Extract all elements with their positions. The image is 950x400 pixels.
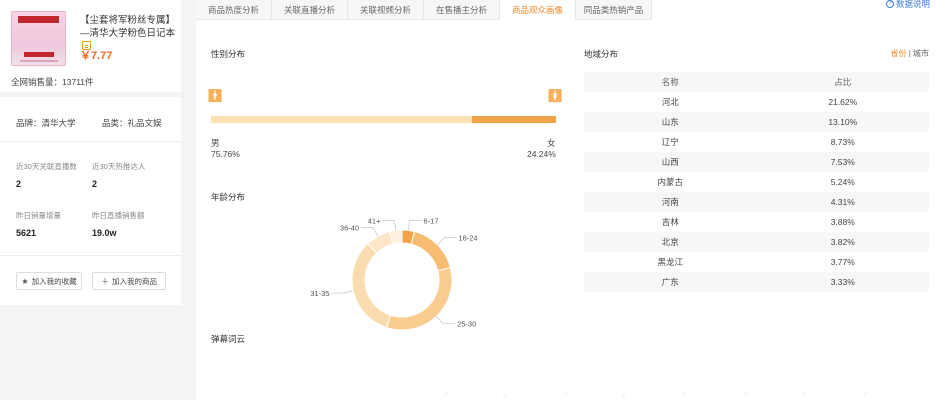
region-percent: 5.24% xyxy=(830,177,855,187)
table-header: 名称 占比 xyxy=(584,72,929,92)
label-leader-line xyxy=(361,227,379,237)
star-icon: ★ xyxy=(21,276,29,286)
tab-category-bestsellers[interactable]: 同品类热销产品 xyxy=(576,0,652,20)
stat-label: 近30天关联直播数 xyxy=(16,162,77,171)
tab-bar: 商品热度分析 关联直播分析 关联视频分析 在售播主分析 商品观众画像 同品类热销… xyxy=(196,0,652,20)
age-section-title: 年龄分布 xyxy=(211,192,246,202)
donut-label: 36-40 xyxy=(340,223,359,232)
brand: 品牌：清华大学 xyxy=(16,118,76,128)
donut-label: 18-24 xyxy=(458,234,477,243)
table-row: 山西 7.53% xyxy=(584,152,929,172)
product-thumbnail[interactable] xyxy=(11,11,66,66)
danmaku-wordcloud: ·· ·· ·· ·· ·· ·· ·· ·· xyxy=(441,388,870,400)
male-percent: 75.76% xyxy=(211,149,240,159)
product-panel: 【尘套将军粉丝专属】—清华大学粉色日记本 ￥7.77 全网销售量：13711件 … xyxy=(0,0,181,400)
region-toggle: 省份 | 城市 xyxy=(890,49,929,58)
table-row: 河南 4.31% xyxy=(584,192,929,212)
total-sales: 全网销售量：13711件 xyxy=(11,77,94,87)
table-row: 山东 13.10% xyxy=(584,112,929,132)
region-percent: 7.53% xyxy=(830,157,855,167)
column-header: 名称 xyxy=(661,77,679,87)
region-percent: 13.10% xyxy=(828,117,858,127)
region-percent: 3.33% xyxy=(830,277,855,287)
donut-label: 31-35 xyxy=(310,289,329,298)
gender-section-title: 性别分布 xyxy=(211,49,246,59)
region-section-title: 地域分布 xyxy=(584,49,619,59)
label-leader-line xyxy=(382,220,397,231)
table-row: 吉林 3.88% xyxy=(584,212,929,232)
region-percent: 4.31% xyxy=(830,197,855,207)
female-percent: 24.24% xyxy=(527,149,556,159)
donut-slice[interactable] xyxy=(351,242,392,329)
stat-value: 2 xyxy=(92,179,98,189)
table-row: 河北 21.62% xyxy=(584,92,929,112)
region-name: 河北 xyxy=(661,97,679,107)
stat-value: 2 xyxy=(16,179,22,189)
male-icon: 🚹︎ xyxy=(207,88,224,103)
label-leader-line xyxy=(436,316,456,325)
product-card: 【尘套将军粉丝专属】—清华大学粉色日记本 ￥7.77 全网销售量：13711件 xyxy=(0,0,181,92)
region-name: 吉林 xyxy=(661,217,679,227)
region-name: 河南 xyxy=(661,197,679,207)
tab-video-analysis[interactable]: 关联视频分析 xyxy=(348,0,424,20)
region-percent: 3.88% xyxy=(830,217,855,227)
donut-slice[interactable] xyxy=(385,266,453,331)
male-label: 男 xyxy=(211,138,220,148)
region-name: 广东 xyxy=(661,277,679,287)
column-header: 占比 xyxy=(834,77,852,87)
data-help-link[interactable]: ? 数据说明 xyxy=(885,0,930,10)
tab-audience-profile[interactable]: 商品观众画像 xyxy=(500,0,576,20)
region-name: 内蒙古 xyxy=(657,177,683,187)
toggle-province[interactable]: 省份 xyxy=(890,49,906,58)
female-icon: 🚺︎ xyxy=(547,88,564,103)
main-content: 商品热度分析 关联直播分析 关联视频分析 在售播主分析 商品观众画像 同品类热销… xyxy=(196,0,950,400)
region-percent: 3.82% xyxy=(830,237,855,247)
region-percent: 8.73% xyxy=(830,137,855,147)
region-percent: 21.62% xyxy=(828,97,858,107)
region-name: 北京 xyxy=(661,237,679,247)
label-leader-line xyxy=(407,220,422,231)
table-row: 黑龙江 3.77% xyxy=(584,252,929,272)
add-favorite-button[interactable]: ★ 加入我的收藏 xyxy=(16,272,82,290)
label-leader-line xyxy=(437,237,457,245)
stat-label: 昨日销量增量 xyxy=(16,211,61,220)
region-name: 辽宁 xyxy=(661,137,679,147)
stat-label: 昨日直播销售额 xyxy=(92,211,145,220)
region-name: 黑龙江 xyxy=(657,257,683,267)
region-table: 名称 占比 河北 21.62% 山东 13.10% 辽宁 8.73% 山西 7.53% 内蒙古 5… xyxy=(584,72,929,292)
region-name: 山东 xyxy=(661,117,679,127)
table-row: 辽宁 8.73% xyxy=(584,132,929,152)
table-row: 广东 3.33% xyxy=(584,272,929,292)
product-price: ￥7.77 xyxy=(80,50,113,62)
donut-label: 25-30 xyxy=(457,320,476,329)
region-name: 山西 xyxy=(661,157,679,167)
table-row: 北京 3.82% xyxy=(584,232,929,252)
category: 品类：礼品文娱 xyxy=(102,118,162,128)
wordcloud-section-title: 弹幕词云 xyxy=(211,334,246,344)
stat-label: 近30天热推达人 xyxy=(92,162,146,171)
donut-label: 41+ xyxy=(368,216,381,225)
stat-value: 5621 xyxy=(16,228,37,238)
label-leader-line xyxy=(331,290,354,294)
female-bar-fill xyxy=(472,116,556,123)
region-percent: 3.77% xyxy=(830,257,855,267)
age-donut-chart: 6-17 18-24 25-30 31-35 36-40 41+ xyxy=(310,216,478,331)
toggle-city[interactable]: 城市 xyxy=(913,49,929,58)
tab-streamer-analysis[interactable]: 在售播主分析 xyxy=(424,0,500,20)
question-icon: ? xyxy=(885,0,894,8)
gender-bar xyxy=(211,116,556,123)
plus-icon: ＋ xyxy=(101,276,109,286)
add-my-products-button[interactable]: ＋加入我的商品 xyxy=(92,272,166,290)
tab-live-analysis[interactable]: 关联直播分析 xyxy=(272,0,348,20)
stat-value: 19.0w xyxy=(92,228,117,238)
table-row: 内蒙古 5.24% xyxy=(584,172,929,192)
female-label: 女 xyxy=(547,138,556,148)
donut-label: 6-17 xyxy=(424,216,439,225)
tab-heat-analysis[interactable]: 商品热度分析 xyxy=(196,0,272,20)
